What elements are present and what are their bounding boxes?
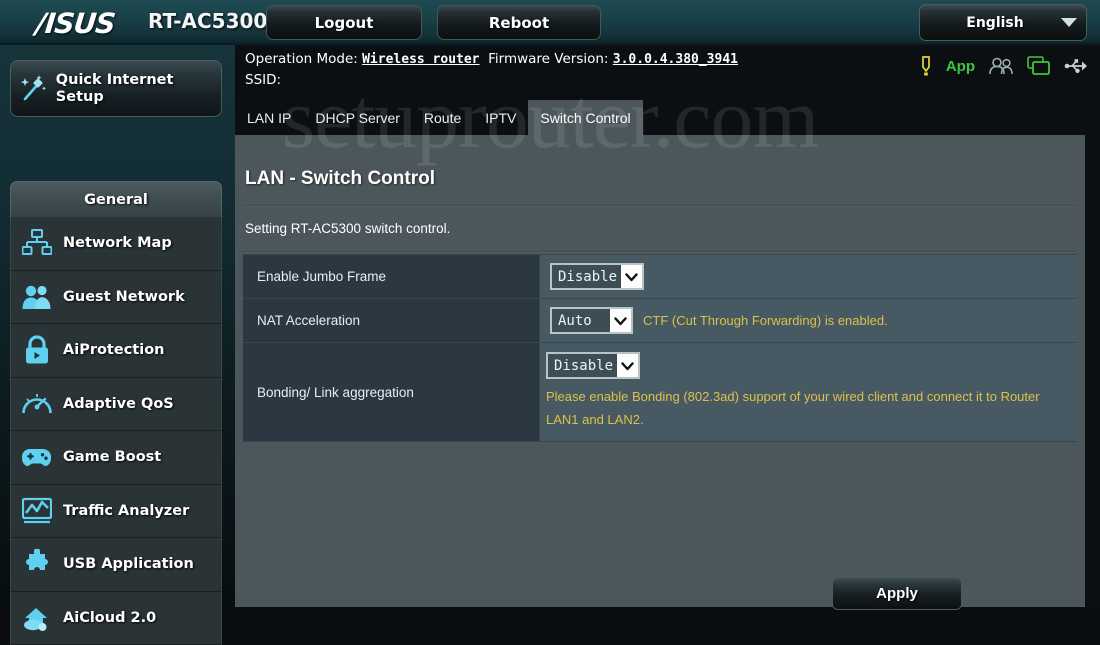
status-icon-group: App — [919, 53, 1088, 79]
setting-value-cell: Disable — [540, 255, 1077, 298]
magic-wand-icon — [11, 73, 56, 105]
chevron-down-icon — [617, 354, 638, 377]
usb-icon[interactable] — [1064, 58, 1088, 74]
table-row: Bonding/ Link aggregation Disable Please… — [243, 343, 1077, 442]
language-selector[interactable]: English — [919, 4, 1087, 41]
logout-button[interactable]: Logout — [266, 5, 422, 40]
setting-value-cell: Disable Please enable Bonding (802.3ad) … — [540, 343, 1077, 441]
info-bar: Operation Mode: Wireless router Firmware… — [235, 45, 1100, 100]
sidebar-item-label: AiCloud 2.0 — [63, 610, 156, 626]
sidebar-item-quick-internet-setup[interactable]: Quick Internet Setup — [10, 60, 222, 117]
main-panel: LAN - Switch Control Setting RT-AC5300 s… — [235, 135, 1085, 607]
asus-logo: /ISUS — [34, 7, 116, 40]
sidebar-item-guest-network[interactable]: Guest Network — [10, 271, 222, 325]
sidebar-menu: Network Map Guest Network — [10, 217, 222, 645]
top-header: /ISUS RT-AC5300 Logout Reboot English — [0, 0, 1100, 45]
table-row: Enable Jumbo Frame Disable — [243, 255, 1077, 299]
setting-label: Bonding/ Link aggregation — [243, 343, 540, 441]
sidebar-item-usb-application[interactable]: USB Application — [10, 538, 222, 592]
router-model-name: RT-AC5300 — [148, 9, 267, 33]
sidebar-item-label: Network Map — [63, 235, 172, 251]
tab-lan-ip[interactable]: LAN IP — [235, 100, 303, 135]
sidebar-item-label: Guest Network — [63, 289, 185, 305]
guest-network-icon — [11, 284, 63, 310]
apply-button[interactable]: Apply — [832, 577, 962, 610]
settings-table: Enable Jumbo Frame Disable NAT Accelerat… — [243, 254, 1077, 442]
chevron-down-icon — [610, 309, 631, 332]
ssid-label: SSID: — [245, 72, 281, 88]
cloud-home-icon — [11, 604, 63, 632]
sidebar-item-network-map[interactable]: Network Map — [10, 217, 222, 271]
tab-iptv[interactable]: IPTV — [473, 100, 528, 135]
usb-device-icon[interactable] — [1027, 56, 1051, 76]
network-map-icon — [11, 229, 63, 257]
jumbo-frame-value: Disable — [552, 269, 621, 285]
title-divider — [243, 205, 1077, 207]
sidebar-item-aiprotection[interactable]: AiProtection — [10, 324, 222, 378]
bonding-select[interactable]: Disable — [546, 352, 640, 379]
tab-bar: LAN IP DHCP Server Route IPTV Switch Con… — [235, 100, 1100, 135]
gamepad-icon — [11, 445, 63, 469]
page-title: LAN - Switch Control — [245, 168, 435, 190]
setting-label: Enable Jumbo Frame — [243, 255, 540, 298]
sidebar-item-label: Quick Internet Setup — [56, 72, 221, 106]
language-label: English — [920, 15, 1052, 31]
nat-acceleration-select[interactable]: Auto — [550, 307, 633, 334]
sidebar-item-adaptive-qos[interactable]: Adaptive QoS — [10, 378, 222, 432]
sidebar-item-game-boost[interactable]: Game Boost — [10, 431, 222, 485]
description-divider — [243, 251, 1077, 253]
nat-acceleration-value: Auto — [552, 313, 610, 329]
sidebar-item-label: USB Application — [63, 556, 194, 572]
operation-mode-line: Operation Mode: Wireless router Firmware… — [245, 51, 738, 67]
sidebar-item-traffic-analyzer[interactable]: Traffic Analyzer — [10, 485, 222, 539]
ssid-line: SSID: — [245, 72, 281, 88]
sidebar-item-label: Traffic Analyzer — [63, 503, 189, 519]
gauge-icon — [11, 390, 63, 418]
tab-route[interactable]: Route — [412, 100, 473, 135]
tab-switch-control[interactable]: Switch Control — [528, 100, 642, 135]
firmware-label: Firmware Version: — [488, 51, 608, 67]
operation-mode-value[interactable]: Wireless router — [362, 52, 479, 67]
firmware-version-value[interactable]: 3.0.0.4.380_3941 — [613, 52, 738, 67]
table-row: NAT Acceleration Auto CTF (Cut Through F… — [243, 299, 1077, 343]
sidebar-item-label: Adaptive QoS — [63, 396, 174, 412]
puzzle-piece-icon — [11, 549, 63, 579]
operation-mode-label: Operation Mode: — [245, 51, 358, 67]
chevron-down-icon — [621, 265, 642, 288]
sidebar-item-label: AiProtection — [63, 342, 164, 358]
setting-value-cell: Auto CTF (Cut Through Forwarding) is ena… — [540, 299, 1077, 342]
page-description: Setting RT-AC5300 switch control. — [245, 221, 450, 236]
alert-icon[interactable] — [919, 56, 933, 76]
app-label[interactable]: App — [946, 58, 975, 75]
setting-label: NAT Acceleration — [243, 299, 540, 342]
lock-icon — [11, 335, 63, 365]
chart-icon — [11, 497, 63, 525]
reboot-button[interactable]: Reboot — [437, 5, 601, 40]
right-gutter — [1085, 135, 1100, 607]
chevron-down-icon — [1052, 18, 1086, 27]
bonding-value: Disable — [548, 358, 617, 374]
bonding-hint: Please enable Bonding (802.3ad) support … — [546, 385, 1067, 431]
nat-acceleration-hint: CTF (Cut Through Forwarding) is enabled. — [643, 309, 888, 332]
sidebar-item-aicloud[interactable]: AiCloud 2.0 — [10, 592, 222, 645]
sidebar: Quick Internet Setup General Network Map — [0, 45, 235, 607]
clients-icon[interactable] — [988, 57, 1014, 76]
tab-dhcp-server[interactable]: DHCP Server — [303, 100, 412, 135]
jumbo-frame-select[interactable]: Disable — [550, 263, 644, 290]
sidebar-item-label: Game Boost — [63, 449, 161, 465]
sidebar-section-header: General — [10, 181, 222, 217]
